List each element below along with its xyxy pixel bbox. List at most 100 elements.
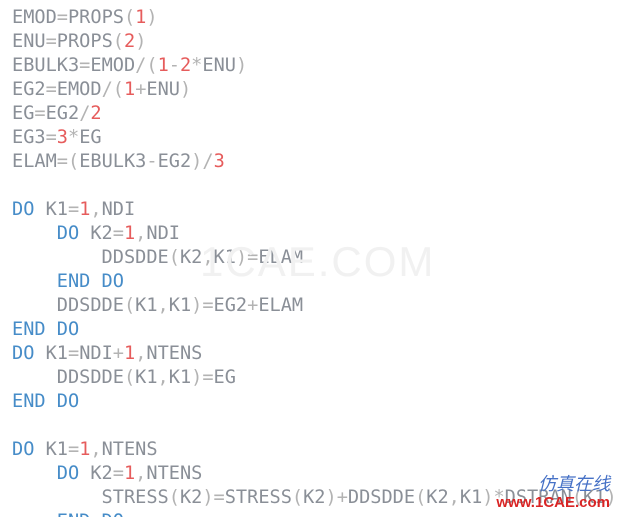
code-token-op: (: [124, 295, 135, 316]
code-token-id: ELAM: [12, 151, 57, 172]
code-token-op: (: [113, 79, 124, 100]
code-token-id: [12, 223, 57, 244]
code-token-id: K1: [460, 487, 482, 508]
code-token-op: *: [191, 55, 202, 76]
code-token-op: ,: [158, 367, 169, 388]
code-token-id: NTENS: [146, 463, 202, 484]
code-token-op: ): [202, 487, 213, 508]
code-token-op: (: [124, 7, 135, 28]
code-token-id: DDSDDE: [348, 487, 415, 508]
code-token-id: PROPS: [57, 31, 113, 52]
code-token-id: EMOD: [12, 7, 57, 28]
code-token-id: K1: [583, 487, 605, 508]
code-token-id: DDSDDE: [12, 247, 169, 268]
code-token-num: 1: [79, 439, 90, 460]
code-token-id: K1: [34, 439, 68, 460]
code-token-op: +: [247, 295, 258, 316]
code-token-id: K1: [169, 295, 191, 316]
code-token-num: 1: [79, 199, 90, 220]
code-token-id: [12, 463, 57, 484]
code-token-id: EG: [79, 127, 101, 148]
code-token-id: EBULK3: [79, 151, 146, 172]
code-token-id: K1: [135, 367, 157, 388]
code-token-kw: DO: [12, 343, 34, 364]
code-token-id: NTENS: [102, 439, 158, 460]
code-token-kw: DO: [57, 463, 79, 484]
code-token-num: 1: [124, 223, 135, 244]
code-token-id: ENU: [12, 31, 46, 52]
code-token-id: DDSDDE: [12, 367, 124, 388]
code-token-op: ): [146, 7, 157, 28]
code-token-op: +: [135, 79, 146, 100]
code-token-id: EG: [12, 103, 34, 124]
code-token-id: ELAM: [258, 247, 303, 268]
code-token-op: =: [113, 223, 124, 244]
code-token-op: /: [202, 151, 213, 172]
code-token-op: ): [191, 151, 202, 172]
code-token-num: 1: [124, 79, 135, 100]
code-token-id: K1: [34, 199, 68, 220]
code-token-id: EG3: [12, 127, 46, 148]
code-token-id: K2: [79, 223, 113, 244]
code-token-op: ,: [158, 295, 169, 316]
code-token-num: 3: [214, 151, 225, 172]
code-token-op: /: [102, 79, 113, 100]
code-token-id: [12, 511, 57, 517]
code-token-op: =: [68, 343, 79, 364]
code-token-op: ,: [135, 223, 146, 244]
code-token-id: NTENS: [146, 343, 202, 364]
code-token-kw: DO: [57, 223, 79, 244]
code-token-op: =: [68, 439, 79, 460]
code-token-op: ): [605, 487, 616, 508]
code-token-id: K2: [426, 487, 448, 508]
code-token-id: K1: [214, 247, 236, 268]
code-token-id: K2: [303, 487, 325, 508]
code-token-id: NDI: [146, 223, 180, 244]
code-token-op: =: [79, 55, 90, 76]
code-token-id: STRESS: [225, 487, 292, 508]
code-token-id: K1: [135, 295, 157, 316]
code-token-op: =: [113, 463, 124, 484]
code-token-op: +: [113, 343, 124, 364]
code-token-op: (: [146, 55, 157, 76]
code-token-id: EG2: [46, 103, 80, 124]
code-token-op: (: [169, 487, 180, 508]
code-token-op: =: [68, 199, 79, 220]
code-token-op: =: [57, 7, 68, 28]
code-token-op: ,: [449, 487, 460, 508]
code-token-num: 1: [158, 55, 169, 76]
code-token-op: (: [292, 487, 303, 508]
code-token-op: *: [68, 127, 79, 148]
code-token-id: K2: [79, 463, 113, 484]
code-token-id: EBULK3: [12, 55, 79, 76]
code-token-op: ): [326, 487, 337, 508]
code-token-id: EMOD: [90, 55, 135, 76]
code-token-id: PROPS: [68, 7, 124, 28]
code-token-op: ): [236, 55, 247, 76]
code-token-kw: END DO: [57, 511, 124, 517]
code-token-op: /: [135, 55, 146, 76]
code-token-op: ,: [202, 247, 213, 268]
code-token-op: (: [124, 367, 135, 388]
code-token-op: (: [169, 247, 180, 268]
code-token-op: -: [146, 151, 157, 172]
code-token-op: ,: [135, 463, 146, 484]
code-token-op: =: [202, 367, 213, 388]
code-token-id: ELAM: [258, 295, 303, 316]
code-token-op: =: [247, 247, 258, 268]
code-token-op: ): [180, 79, 191, 100]
code-token-op: -: [169, 55, 180, 76]
code-token-id: STRESS: [12, 487, 169, 508]
code-token-op: =: [46, 31, 57, 52]
code-token-op: ): [135, 31, 146, 52]
code-token-op: =: [46, 127, 57, 148]
code-token-id: EG2: [158, 151, 192, 172]
code-token-num: 1: [124, 463, 135, 484]
code-token-op: (: [68, 151, 79, 172]
code-token-op: =: [202, 295, 213, 316]
code-token-id: K1: [169, 367, 191, 388]
code-token-id: EG2: [214, 295, 248, 316]
code-token-op: =: [34, 103, 45, 124]
code-token-kw: DO: [12, 199, 34, 220]
code-token-op: +: [337, 487, 348, 508]
